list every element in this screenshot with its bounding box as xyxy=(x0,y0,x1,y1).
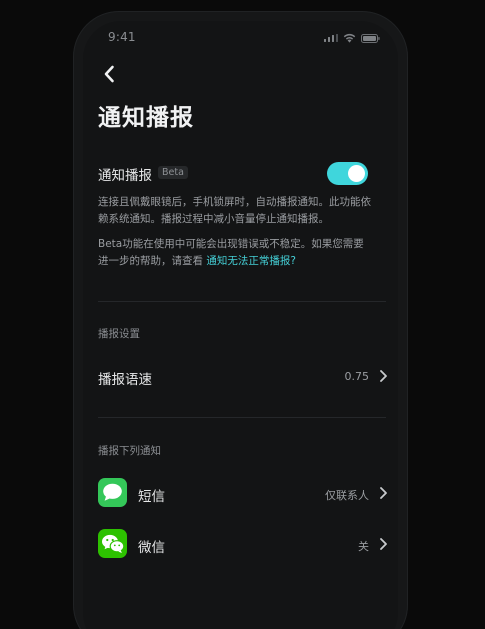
status-icons xyxy=(323,33,381,43)
divider xyxy=(98,417,386,418)
notification-broadcast-row: 通知播报 Beta xyxy=(98,161,368,187)
app-screen: 9:41 通知播报 通知播报 Beta 连接且佩戴眼镜后，手机锁屏时，自动播报通… xyxy=(83,21,398,629)
chevron-right-icon xyxy=(380,487,387,499)
section-header-notify-apps: 播报下列通知 xyxy=(98,445,161,457)
feature-description: 连接且佩戴眼镜后，手机锁屏时，自动播报通知。此功能依赖系统通知。播报过程中减小音… xyxy=(98,196,371,225)
toggle-knob xyxy=(348,165,365,182)
chevron-right-icon xyxy=(380,370,387,382)
app-label: 短信 xyxy=(138,489,165,505)
status-bar: 9:41 xyxy=(83,21,398,55)
page-title: 通知播报 xyxy=(98,105,194,131)
app-row-wechat[interactable]: 微信 关 xyxy=(98,527,388,561)
app-notify-value: 仅联系人 xyxy=(325,489,369,502)
feature-label: 通知播报 xyxy=(98,168,152,184)
chevron-right-icon xyxy=(380,538,387,550)
wifi-icon xyxy=(343,33,356,43)
notification-broadcast-toggle[interactable] xyxy=(327,162,368,185)
back-button[interactable] xyxy=(97,61,121,87)
battery-icon xyxy=(361,33,380,43)
beta-badge: Beta xyxy=(158,166,188,179)
beta-note: Beta功能在使用中可能会出现错误或不稳定。如果您需要进一步的帮助，请查看 通知… xyxy=(98,236,373,270)
status-time: 9:41 xyxy=(108,30,136,44)
divider xyxy=(98,301,386,302)
speech-rate-row[interactable]: 播报语速 0.75 xyxy=(98,359,388,393)
wechat-icon xyxy=(98,529,127,558)
cellular-signal-icon xyxy=(323,34,338,42)
sms-message-icon xyxy=(98,478,127,507)
speech-rate-value: 0.75 xyxy=(344,370,370,383)
app-label: 微信 xyxy=(138,540,165,556)
app-notify-value: 关 xyxy=(358,540,369,553)
section-header-broadcast-settings: 播报设置 xyxy=(98,328,140,340)
app-row-sms[interactable]: 短信 仅联系人 xyxy=(98,476,388,510)
chevron-left-icon xyxy=(104,65,114,83)
help-link[interactable]: 通知无法正常播报? xyxy=(206,255,296,267)
speech-rate-label: 播报语速 xyxy=(98,372,152,388)
